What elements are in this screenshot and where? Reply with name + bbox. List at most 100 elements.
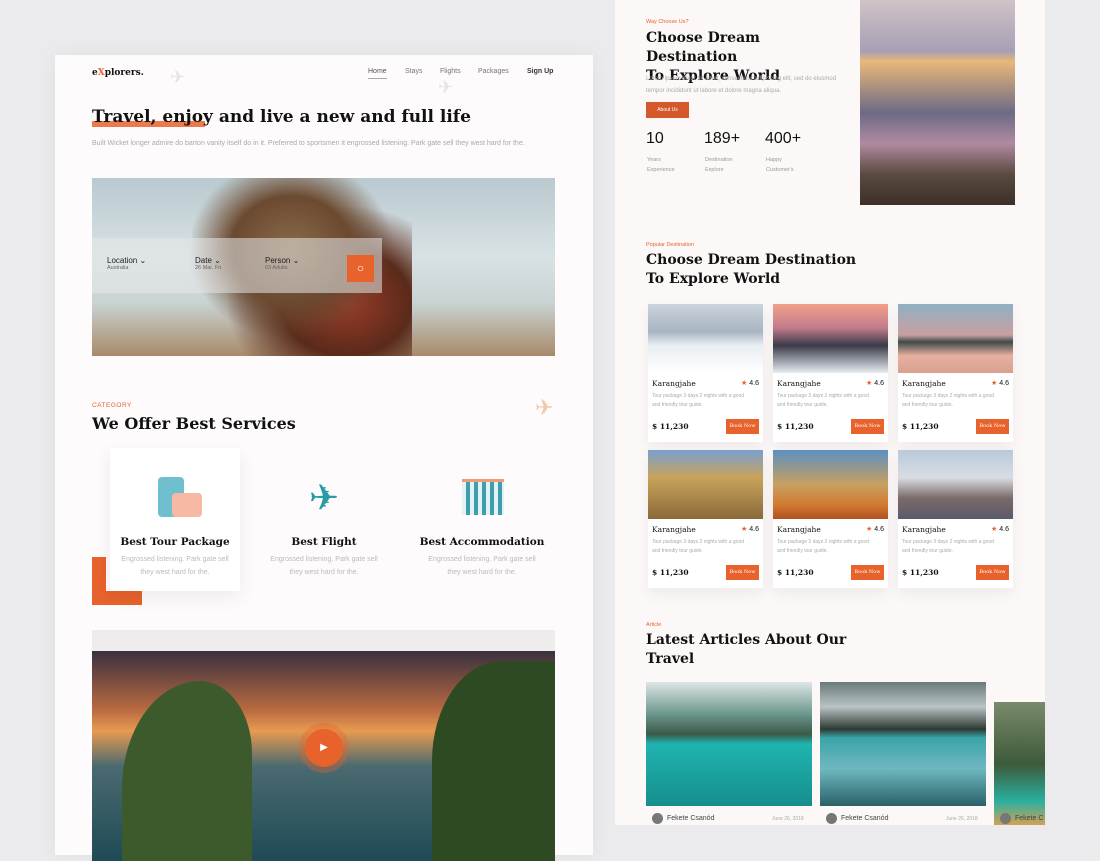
- destination-price: $ 11,230: [777, 568, 814, 577]
- destination-rating: ★ 4.6: [991, 525, 1009, 533]
- nav-home[interactable]: Home: [368, 68, 387, 79]
- avatar: [1000, 813, 1011, 824]
- book-now-button[interactable]: Book Now: [726, 419, 759, 434]
- destination-name: Karangjahe: [652, 379, 696, 388]
- chevron-down-icon: ⌄: [139, 256, 146, 265]
- date-field[interactable]: Date ⌄26 Mar, Fri: [195, 256, 221, 271]
- destination-description: Tour package 3 days 2 nights with a good…: [652, 538, 752, 556]
- destination-card[interactable]: Karangjahe ★ 4.6 Tour package 3 days 2 n…: [773, 450, 888, 588]
- book-now-button[interactable]: Book Now: [851, 565, 884, 580]
- luggage-icon: [150, 473, 200, 523]
- book-now-button[interactable]: Book Now: [976, 419, 1009, 434]
- why-eyebrow: Way Choose Us?: [646, 19, 689, 25]
- nav-packages[interactable]: Packages: [478, 68, 509, 75]
- destination-card[interactable]: Karangjahe ★ 4.6 Tour package 3 days 2 n…: [648, 450, 763, 588]
- article-author: Fekete Csanód: [826, 813, 888, 824]
- stat-customers-label: HappyCustomer's: [766, 155, 816, 175]
- hero-title: Travel, enjoy and live a new and full li…: [92, 107, 471, 127]
- service-card-accommodation[interactable]: Best Accommodation Engrossed listening. …: [417, 448, 547, 591]
- category-eyebrow: CATEGORY: [92, 402, 132, 409]
- paper-plane-icon: ✈: [535, 395, 553, 421]
- destination-card[interactable]: Karangjahe ★ 4.6 Tour package 3 days 2 n…: [898, 450, 1013, 588]
- destination-image: [648, 450, 763, 519]
- stat-years-label: YearsExperience: [647, 155, 697, 175]
- chevron-down-icon: ⌄: [214, 256, 221, 265]
- article-author: Fekete Csanód: [652, 813, 714, 824]
- destination-description: Tour package 3 days 2 nights with a good…: [902, 392, 1002, 410]
- popular-title: Choose Dream DestinationTo Explore World: [646, 251, 866, 289]
- why-description: Lorem ipsum dolor sit amet, consectetur …: [646, 73, 846, 97]
- destination-name: Karangjahe: [777, 525, 821, 534]
- stat-customers: 400+: [765, 130, 801, 148]
- person-field[interactable]: Person ⌄03 Adults: [265, 256, 299, 271]
- destination-card[interactable]: Karangjahe ★ 4.6 Tour package 3 days 2 n…: [773, 304, 888, 442]
- destination-rating: ★ 4.6: [866, 525, 884, 533]
- nav-flights[interactable]: Flights: [440, 68, 461, 75]
- destination-rating: ★ 4.6: [991, 379, 1009, 387]
- cliff-photo: [122, 681, 252, 861]
- article-image[interactable]: [820, 682, 986, 806]
- logo[interactable]: eXplorers.: [92, 68, 144, 78]
- destination-description: Tour package 3 days 2 nights with a good…: [777, 538, 877, 556]
- avatar: [826, 813, 837, 824]
- destination-name: Karangjahe: [902, 379, 946, 388]
- destination-price: $ 11,230: [902, 422, 939, 431]
- hero-subtitle: Built Wicket longer admire do barton van…: [92, 137, 552, 150]
- article-image[interactable]: [646, 682, 812, 806]
- play-button[interactable]: ▶: [305, 729, 343, 767]
- destination-price: $ 11,230: [902, 568, 939, 577]
- star-icon: ★: [741, 380, 747, 387]
- location-field[interactable]: Location ⌄Australia: [107, 256, 146, 271]
- service-card-flight[interactable]: ✈ Best Flight Engrossed listening. Park …: [259, 448, 389, 591]
- destination-image: [773, 450, 888, 519]
- service-card-tour[interactable]: Best Tour Package Engrossed listening. P…: [110, 448, 240, 591]
- destination-name: Karangjahe: [902, 525, 946, 534]
- destination-description: Tour package 3 days 2 nights with a good…: [652, 392, 752, 410]
- about-us-button[interactable]: About Us: [646, 102, 689, 118]
- stat-destinations: 189+: [704, 130, 740, 148]
- hero-camel-image: Location ⌄Australia Date ⌄26 Mar, Fri Pe…: [92, 178, 555, 356]
- destination-card[interactable]: Karangjahe ★ 4.6 Tour package 3 days 2 n…: [648, 304, 763, 442]
- popular-eyebrow: Popular Destination: [646, 242, 694, 248]
- search-icon: ○: [357, 261, 364, 275]
- search-button[interactable]: ○: [347, 255, 374, 282]
- nav-stays[interactable]: Stays: [405, 68, 423, 75]
- airplane-icon: ✈: [299, 473, 349, 523]
- destination-description: Tour package 3 days 2 nights with a good…: [902, 538, 1002, 556]
- plane-icon: ✈: [170, 67, 185, 88]
- article-date: June 26, 2018: [772, 816, 804, 822]
- hotel-icon: [457, 473, 507, 523]
- sign-up-link[interactable]: Sign Up: [527, 68, 553, 75]
- destination-name: Karangjahe: [777, 379, 821, 388]
- article-image[interactable]: [994, 702, 1045, 825]
- star-icon: ★: [866, 526, 872, 533]
- book-now-button[interactable]: Book Now: [726, 565, 759, 580]
- chevron-down-icon: ⌄: [293, 256, 300, 265]
- destination-card[interactable]: Karangjahe ★ 4.6 Tour package 3 days 2 n…: [898, 304, 1013, 442]
- landing-page-left: eXplorers. Home Stays Flights Packages S…: [55, 55, 593, 855]
- star-icon: ★: [866, 380, 872, 387]
- search-bar: Location ⌄Australia Date ⌄26 Mar, Fri Pe…: [92, 238, 382, 293]
- destination-name: Karangjahe: [652, 525, 696, 534]
- destination-price: $ 11,230: [652, 422, 689, 431]
- destination-description: Tour package 3 days 2 nights with a good…: [777, 392, 877, 410]
- destination-rating: ★ 4.6: [866, 379, 884, 387]
- landing-page-right: Way Choose Us? Choose Dream DestinationT…: [615, 0, 1045, 825]
- destination-rating: ★ 4.6: [741, 379, 759, 387]
- destination-image: [773, 304, 888, 373]
- services-title: We Offer Best Services: [92, 414, 296, 433]
- book-now-button[interactable]: Book Now: [851, 419, 884, 434]
- stat-years: 10: [646, 130, 664, 148]
- article-author: Fekete C: [1000, 813, 1043, 824]
- star-icon: ★: [991, 526, 997, 533]
- avatar: [652, 813, 663, 824]
- destination-image: [648, 304, 763, 373]
- destination-image: [898, 450, 1013, 519]
- article-eyebrow: Article: [646, 622, 661, 628]
- destination-price: $ 11,230: [777, 422, 814, 431]
- destination-image: [898, 304, 1013, 373]
- play-icon: ▶: [320, 742, 328, 753]
- star-icon: ★: [741, 526, 747, 533]
- video-player[interactable]: ▶: [92, 651, 555, 861]
- book-now-button[interactable]: Book Now: [976, 565, 1009, 580]
